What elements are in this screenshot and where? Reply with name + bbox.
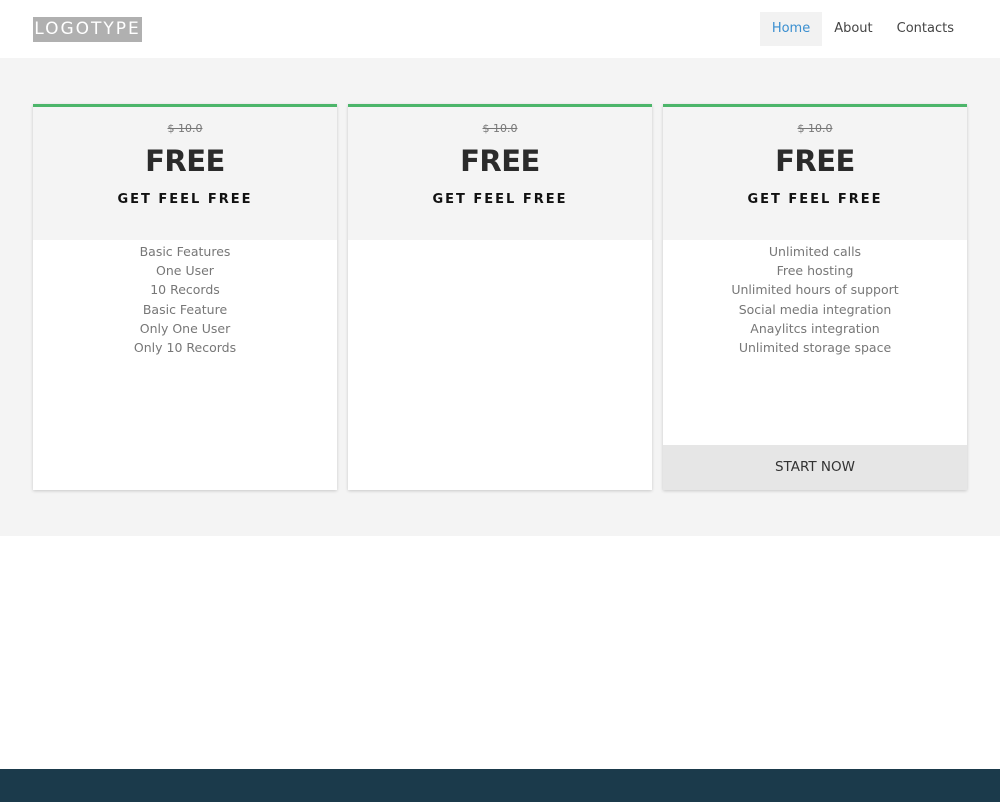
pricing-card-header: $ 10.0 FREE GET FEEL FREE <box>348 107 652 240</box>
pricing-card-header: $ 10.0 FREE GET FEEL FREE <box>33 107 337 240</box>
feature-item: Basic Features <box>139 244 231 259</box>
pricing-card-2: $ 10.0 FREE GET FEEL FREE <box>348 104 652 490</box>
feature-list: Basic Features One User 10 Records Basic… <box>33 240 337 357</box>
plan-name: GET FEEL FREE <box>117 192 253 207</box>
pricing-card-3: $ 10.0 FREE GET FEEL FREE Unlimited call… <box>663 104 967 490</box>
pricing-card-1: $ 10.0 FREE GET FEEL FREE Basic Features… <box>33 104 337 490</box>
feature-item: Unlimited calls <box>768 244 862 259</box>
pricing-section: $ 10.0 FREE GET FEEL FREE Basic Features… <box>0 58 1000 536</box>
plan-price: FREE <box>145 144 225 178</box>
feature-list: Unlimited calls Free hosting Unlimited h… <box>663 240 967 357</box>
nav-item-contacts[interactable]: Contacts <box>885 12 966 46</box>
feature-item: Free hosting <box>776 263 854 279</box>
site-footer <box>0 769 1000 802</box>
plan-price: FREE <box>775 144 855 178</box>
old-price: $ 10.0 <box>167 122 203 135</box>
feature-item: Social media integration <box>738 301 892 317</box>
pricing-card-header: $ 10.0 FREE GET FEEL FREE <box>663 107 967 240</box>
feature-item: Basic Feature <box>142 301 228 317</box>
nav-item-about[interactable]: About <box>822 12 884 46</box>
site-header: LOGOTYPE Home About Contacts <box>0 0 1000 58</box>
plan-price: FREE <box>460 144 540 178</box>
feature-item: Only One User <box>139 320 231 336</box>
old-price: $ 10.0 <box>482 122 518 135</box>
plan-name: GET FEEL FREE <box>747 192 883 207</box>
start-now-button[interactable]: START NOW <box>663 445 967 490</box>
nav-item-home[interactable]: Home <box>759 12 823 46</box>
plan-name: GET FEEL FREE <box>432 192 568 207</box>
feature-item: 10 Records <box>150 282 220 298</box>
feature-list <box>348 240 652 242</box>
feature-item: Unlimited storage space <box>738 340 892 356</box>
feature-item: Anaylitcs integration <box>750 320 880 336</box>
feature-item: Only 10 Records <box>133 340 237 356</box>
old-price: $ 10.0 <box>797 122 833 135</box>
feature-item: One User <box>156 263 214 279</box>
logo[interactable]: LOGOTYPE <box>33 17 142 42</box>
main-nav: Home About Contacts <box>759 12 966 46</box>
feature-item: Unlimited hours of support <box>731 282 899 298</box>
